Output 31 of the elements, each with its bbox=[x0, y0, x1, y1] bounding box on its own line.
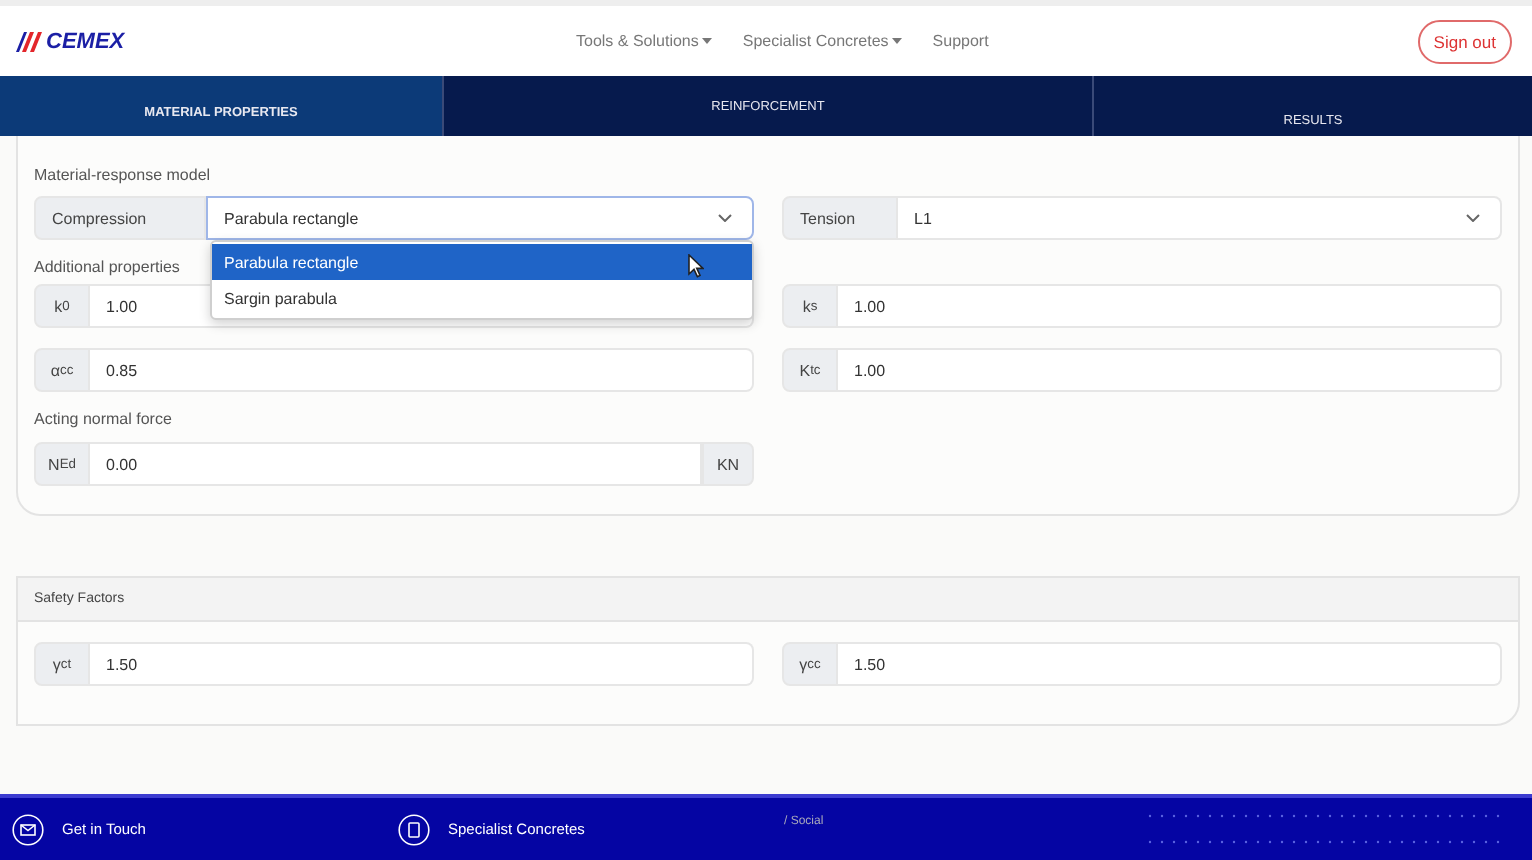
number-input[interactable]: 1.00 bbox=[838, 284, 1502, 328]
section-title: Additional properties bbox=[34, 258, 180, 276]
sign-out-button[interactable]: Sign out bbox=[1417, 19, 1512, 63]
logo-text: CEMEX bbox=[46, 29, 125, 53]
nav-link[interactable]: Tools & Solutions bbox=[576, 32, 713, 50]
chevron-down-icon bbox=[1466, 214, 1480, 222]
chevron-down-icon bbox=[718, 214, 732, 222]
number-input[interactable]: 1.50 bbox=[90, 642, 754, 686]
nav-link[interactable]: Specialist Concretes bbox=[742, 32, 903, 50]
number-input[interactable]: 1.50 bbox=[838, 642, 1502, 686]
select-value: Parabula rectangle bbox=[224, 209, 359, 227]
section-title: Acting normal force bbox=[34, 410, 172, 428]
logo-stripes-icon bbox=[16, 31, 44, 51]
unit-label: KN bbox=[702, 442, 754, 486]
cemex-logo[interactable]: CEMEX bbox=[16, 29, 576, 53]
section-title: Material-response model bbox=[34, 166, 211, 184]
caret-icon bbox=[892, 38, 903, 44]
tension-select[interactable]: L1 bbox=[898, 196, 1502, 240]
compression-select[interactable]: Parabula rectangle bbox=[206, 196, 754, 240]
mouse-cursor-icon bbox=[688, 254, 704, 278]
caret-icon bbox=[702, 38, 713, 44]
number-input[interactable]: 0.00 bbox=[90, 442, 702, 486]
dropdown-option[interactable]: Parabula rectangle bbox=[212, 244, 752, 280]
field-label: Compression bbox=[34, 196, 206, 240]
field-label: Tension bbox=[782, 196, 898, 240]
nav-link[interactable]: Support bbox=[932, 32, 989, 50]
select-value: L1 bbox=[914, 209, 932, 227]
dropdown-option[interactable]: Sargin parabula bbox=[212, 280, 752, 316]
mail-icon bbox=[12, 813, 44, 845]
number-input[interactable]: 0.85 bbox=[90, 348, 754, 392]
number-input[interactable]: 1.00 bbox=[838, 348, 1502, 392]
